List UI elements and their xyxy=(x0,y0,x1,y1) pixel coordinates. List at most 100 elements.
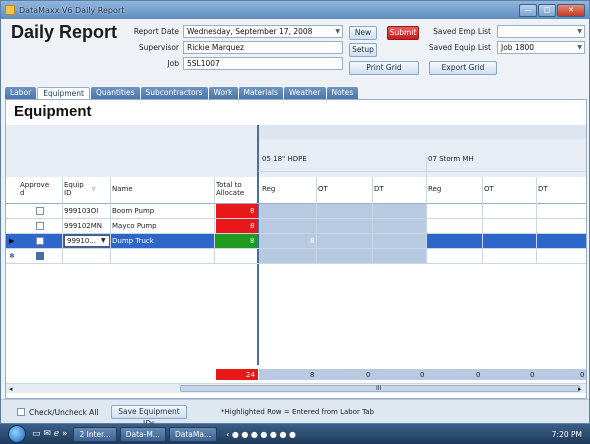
tab-labor[interactable]: Labor xyxy=(5,87,37,99)
col-reg-1[interactable]: Reg xyxy=(262,185,275,193)
new-row-icon: ✱ xyxy=(9,252,15,260)
table-row-selected[interactable]: ▶ 99910... ▼ Dump Truck 8 8 xyxy=(6,234,586,248)
job-label: Job xyxy=(167,59,179,68)
allocation-band[interactable] xyxy=(259,249,427,263)
col-line xyxy=(316,177,317,263)
submit-button[interactable]: Submit xyxy=(387,26,419,40)
approve-checkbox[interactable] xyxy=(36,222,44,230)
col-line xyxy=(426,155,427,263)
col-name[interactable]: Name xyxy=(112,185,133,193)
saved-equip-select[interactable]: Job 1800 ▼ xyxy=(497,41,585,54)
col-line xyxy=(482,177,483,263)
total-reg-1: 8 xyxy=(310,371,315,379)
total-value: 8 xyxy=(250,207,255,215)
save-equipment-ids-button[interactable]: Save Equipment IDs xyxy=(111,405,187,428)
row-divider xyxy=(6,263,586,264)
col-ot-2[interactable]: OT xyxy=(484,185,494,193)
approve-checkbox[interactable] xyxy=(36,207,44,215)
new-button[interactable]: New xyxy=(349,26,377,40)
tab-weather[interactable]: Weather xyxy=(283,87,326,99)
name-cell[interactable]: Boom Pump xyxy=(112,207,154,215)
col-dt-1[interactable]: DT xyxy=(374,185,384,193)
col-total[interactable]: Total to Allocate xyxy=(216,181,256,197)
job-value: 5SL1007 xyxy=(187,59,220,68)
col-reg-2[interactable]: Reg xyxy=(428,185,441,193)
totals-row: 24 8 0 0 0 0 0 xyxy=(6,369,586,380)
approve-checkbox[interactable] xyxy=(36,237,44,245)
col-line xyxy=(110,177,111,263)
saved-equip-label: Saved Equip List xyxy=(428,43,491,52)
taskbar-item-datamaxx[interactable]: DataMa... xyxy=(168,426,218,442)
footer-bar: Check/Uncheck All Save Equipment IDs *Hi… xyxy=(1,399,589,428)
tab-bar: Labor Equipment Quantities Subcontractor… xyxy=(5,87,359,99)
supervisor-label: Supervisor xyxy=(138,43,179,52)
quick-launch-icon[interactable]: ▭ ✉ ℯ » xyxy=(32,429,67,439)
scroll-left-icon[interactable]: ◂ xyxy=(9,385,13,393)
allocation-band[interactable] xyxy=(259,204,427,218)
new-row[interactable]: ✱ xyxy=(6,249,586,263)
equip-id-combo[interactable]: 99910... ▼ xyxy=(64,235,110,247)
equip-id-cell[interactable]: 999103OI xyxy=(64,207,98,215)
tab-subcontractors[interactable]: Subcontractors xyxy=(140,87,208,99)
report-header: Daily Report Report Date Wednesday, Sept… xyxy=(1,19,589,81)
saved-emp-select[interactable]: ▼ xyxy=(497,25,585,38)
app-icon xyxy=(5,5,15,15)
check-all-checkbox[interactable] xyxy=(17,408,25,416)
supervisor-field[interactable]: Rickie Marquez xyxy=(183,41,343,54)
page-title: Daily Report xyxy=(11,22,118,42)
band-header xyxy=(258,125,586,139)
horizontal-scrollbar[interactable]: ◂ III ▸ xyxy=(6,383,586,393)
report-date-value: Wednesday, September 17, 2008 xyxy=(187,27,313,36)
name-cell[interactable]: Mayco Pump xyxy=(112,222,157,230)
export-grid-button[interactable]: Export Grid xyxy=(429,61,497,75)
scroll-right-icon[interactable]: ▸ xyxy=(578,385,582,393)
chevron-down-icon[interactable]: ▼ xyxy=(101,237,106,244)
allocation-band[interactable] xyxy=(259,234,427,248)
name-cell[interactable]: Dump Truck xyxy=(112,237,154,245)
scroll-thumb[interactable]: III xyxy=(180,385,580,392)
col-dt-2[interactable]: DT xyxy=(538,185,548,193)
approve-checkbox[interactable] xyxy=(36,252,44,260)
col-line xyxy=(62,177,63,263)
chevron-down-icon: ▼ xyxy=(577,28,582,35)
total-reg-2: 0 xyxy=(476,371,481,379)
tray-icons[interactable]: ‹ ● ● ● ● ● ● ● xyxy=(226,430,296,439)
grand-total: 24 xyxy=(246,371,255,379)
filter-icon[interactable]: ▿ xyxy=(92,185,96,193)
report-date-label: Report Date xyxy=(133,27,179,36)
equipment-panel: Equipment 05 18" HDPE 07 Storm MH Approv… xyxy=(5,99,587,399)
col-ot-1[interactable]: OT xyxy=(318,185,328,193)
tab-work[interactable]: Work xyxy=(208,87,238,99)
col-line xyxy=(214,177,215,263)
allocation-band[interactable] xyxy=(259,219,427,233)
total-ot-1: 0 xyxy=(366,371,371,379)
highlight-note: *Highlighted Row = Entered from Labor Ta… xyxy=(221,408,374,416)
tab-quantities[interactable]: Quantities xyxy=(90,87,140,99)
start-button[interactable] xyxy=(8,425,26,443)
tab-notes[interactable]: Notes xyxy=(326,87,359,99)
equip-id-cell[interactable]: 999102MN xyxy=(64,222,102,230)
taskbar-item-folder[interactable]: Data-M... xyxy=(119,426,166,442)
print-grid-button[interactable]: Print Grid xyxy=(349,61,419,75)
total-value: 8 xyxy=(250,237,255,245)
col-equip-id[interactable]: Equip ID xyxy=(64,181,90,197)
reg-value[interactable]: 8 xyxy=(310,237,314,245)
band-group-1: 05 18" HDPE xyxy=(262,155,307,163)
tab-materials[interactable]: Materials xyxy=(238,87,283,99)
table-row[interactable]: 999103OI Boom Pump 8 xyxy=(6,204,586,218)
col-approved[interactable]: Approve d xyxy=(20,181,54,197)
app-window: DataMaxx V6 Daily Report — □ ✕ Daily Rep… xyxy=(0,0,590,428)
report-date-field[interactable]: Wednesday, September 17, 2008 ▼ xyxy=(183,25,343,38)
close-button[interactable]: ✕ xyxy=(557,3,585,17)
minimize-button[interactable]: — xyxy=(519,3,537,17)
total-dt-1: 0 xyxy=(420,371,425,379)
setup-button[interactable]: Setup xyxy=(349,43,377,57)
clock[interactable]: 7:20 PM xyxy=(552,430,590,439)
maximize-button[interactable]: □ xyxy=(538,3,556,17)
taskbar-item-ie[interactable]: 2 Inter... xyxy=(73,426,117,442)
table-row[interactable]: 999102MN Mayco Pump 8 xyxy=(6,219,586,233)
tab-equipment[interactable]: Equipment xyxy=(37,87,90,99)
row-indicator-icon: ▶ xyxy=(9,237,15,245)
job-field[interactable]: 5SL1007 xyxy=(183,57,343,70)
total-value: 8 xyxy=(250,222,255,230)
